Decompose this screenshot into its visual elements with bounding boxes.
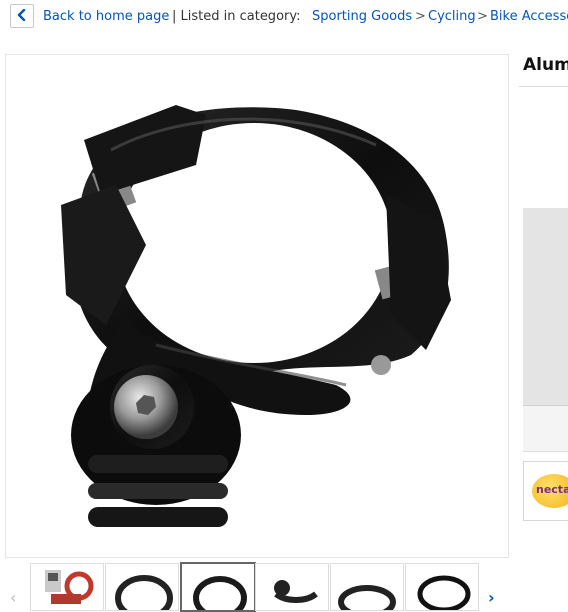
listed-in-category-label: | Listed in category: [172,9,301,24]
thumbnail-next-arrow[interactable]: › [488,590,495,606]
thumbnail-4[interactable] [255,563,329,611]
title-divider [519,86,568,87]
breadcrumb-cycling[interactable]: Cycling [428,9,476,25]
thumbnail-1[interactable] [30,563,104,611]
thumbnail-prev-arrow[interactable]: ‹ [10,590,16,606]
purchase-panel [523,208,568,405]
breadcrumb-bar: Back to home page | Listed in category: … [0,0,568,34]
thumbnail-1-image [45,570,94,604]
breadcrumb-sporting-goods[interactable]: Sporting Goods [312,9,412,25]
breadcrumb-separator: > [415,9,426,24]
main-product-image[interactable] [5,54,509,558]
breadcrumb-bike-accessories[interactable]: Bike Accesso [490,9,568,25]
thumbnail-4-image [274,580,318,603]
thumbnail-3[interactable] [180,562,256,612]
thumbnail-6[interactable] [405,563,479,611]
handlebar-clamp-image [61,105,451,527]
breadcrumb-separator: > [477,9,488,24]
nectar-label: nectar [536,483,568,496]
thumbnail-3-image [193,576,247,610]
thumbnail-6-image [417,575,471,610]
thumbnail-5[interactable] [330,563,404,611]
back-button[interactable] [10,4,34,28]
product-title: Alum [523,55,568,75]
back-to-home-link[interactable]: Back to home page [43,9,169,25]
panel-footer [523,406,568,452]
thumbnail-5-image [338,585,396,610]
nectar-promo[interactable]: nectar [523,461,568,521]
thumbnail-strip: ‹ › [0,560,568,612]
chevron-left-icon [17,9,26,21]
thumbnail-2-image [115,575,173,610]
thumbnail-2[interactable] [105,563,179,611]
